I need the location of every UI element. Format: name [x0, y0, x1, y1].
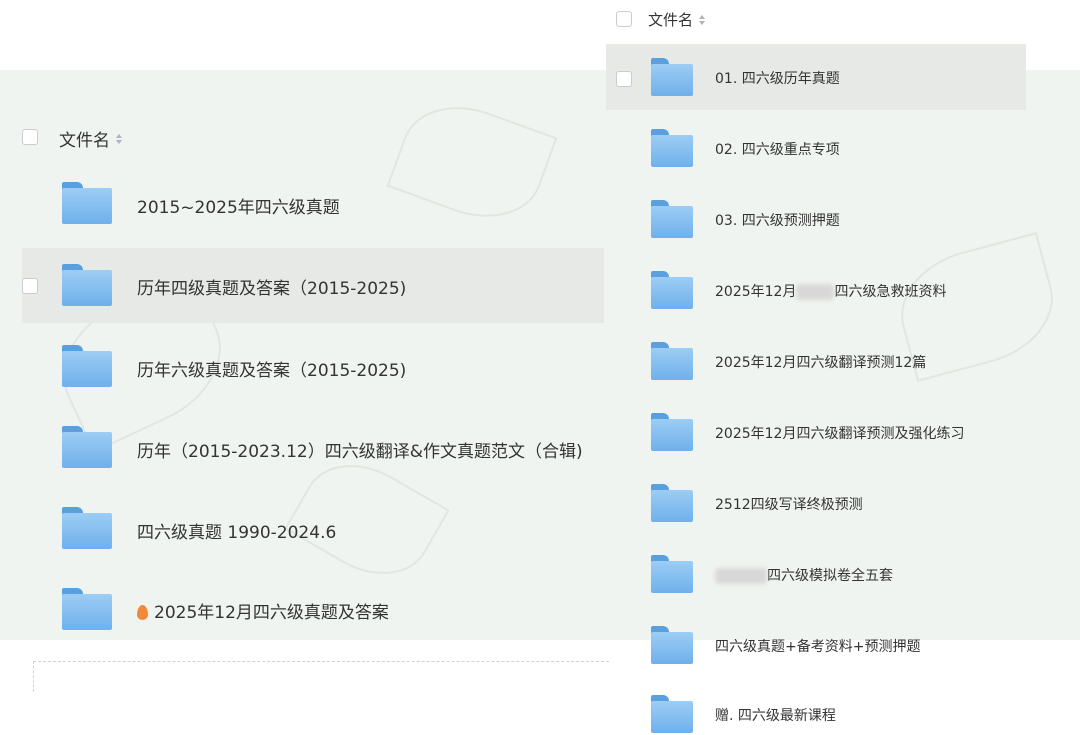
file-name[interactable]: 02. 四六级重点专项 [715, 139, 840, 159]
right-file-list: 文件名 01. 四六级历年真题 02. 四六级重点专项 03. 四六级预测押题 … [606, 0, 1026, 735]
folder-icon [62, 588, 112, 630]
folder-icon [651, 484, 693, 522]
folder-icon [651, 626, 693, 664]
file-row[interactable]: 01. 四六级历年真题 [606, 44, 1026, 110]
file-row[interactable]: 四六级模拟卷全五套 [606, 541, 1026, 607]
file-name[interactable]: 2025年12月四六级翻译预测12篇 [715, 352, 926, 372]
file-row[interactable]: 历年（2015-2023.12）四六级翻译&作文真题范文（合辑) [22, 410, 604, 485]
filename-column-header[interactable]: 文件名 [648, 9, 706, 30]
folder-icon [651, 271, 693, 309]
folder-icon [651, 58, 693, 96]
file-row[interactable]: 2025年12月四六级翻译预测12篇 [606, 328, 1026, 394]
file-row[interactable]: 2015~2025年四六级真题 [22, 166, 604, 242]
redacted-blur [796, 284, 835, 300]
file-name[interactable]: 2512四级写译终极预测 [715, 494, 863, 514]
folder-icon [62, 264, 112, 306]
file-name[interactable]: 2025年12月四六级真题及答案 [137, 598, 389, 623]
filename-column-header[interactable]: 文件名 [59, 126, 122, 151]
folder-icon [651, 413, 693, 451]
file-name-text: 2025年12月四六级真题及答案 [154, 603, 389, 623]
folder-icon [651, 200, 693, 238]
row-checkbox[interactable] [616, 71, 632, 87]
file-name[interactable]: 四六级模拟卷全五套 [715, 565, 893, 585]
row-checkbox[interactable] [22, 278, 38, 294]
file-row[interactable]: 2025年12月四六级翻译预测及强化练习 [606, 399, 1026, 465]
file-row[interactable]: 2025年12月四六级真题及答案 [22, 572, 604, 647]
file-row[interactable]: 四六级真题+备考资料+预测押题 [606, 612, 1026, 678]
file-name[interactable]: 历年六级真题及答案（2015-2025) [137, 356, 406, 381]
left-file-list: 文件名 2015~2025年四六级真题 历年四级真题及答案（2015-2025)… [0, 70, 610, 640]
file-name-prefix: 2025年12月 [715, 284, 797, 300]
folder-icon [62, 507, 112, 549]
file-name[interactable]: 历年（2015-2023.12）四六级翻译&作文真题范文（合辑) [137, 437, 583, 462]
fire-icon [137, 605, 148, 620]
file-name[interactable]: 历年四级真题及答案（2015-2025) [137, 274, 406, 299]
sort-icon[interactable] [116, 133, 122, 144]
file-name[interactable]: 四六级真题 1990-2024.6 [137, 518, 336, 543]
file-name[interactable]: 01. 四六级历年真题 [715, 68, 840, 88]
file-name[interactable]: 2015~2025年四六级真题 [137, 193, 340, 218]
redacted-blur [715, 568, 767, 584]
file-row[interactable]: 2025年12月 四六级急救班资料 [606, 257, 1026, 323]
filename-header-label: 文件名 [59, 131, 110, 151]
select-all-checkbox[interactable] [616, 11, 632, 27]
file-name-text: 四六级急救班资料 [834, 284, 947, 300]
folder-icon [62, 426, 112, 468]
file-name[interactable]: 四六级真题+备考资料+预测押题 [715, 636, 920, 656]
select-all-checkbox[interactable] [22, 129, 38, 145]
folder-icon [62, 182, 112, 224]
file-name-text: 四六级模拟卷全五套 [767, 568, 893, 584]
file-row[interactable]: 历年四级真题及答案（2015-2025) [22, 248, 604, 323]
file-row[interactable]: 历年六级真题及答案（2015-2025) [22, 329, 604, 404]
sort-icon[interactable] [699, 14, 706, 25]
file-name[interactable]: 03. 四六级预测押题 [715, 210, 840, 230]
filename-header-label: 文件名 [648, 11, 694, 29]
file-row[interactable]: 赠. 四六级最新课程 [606, 683, 1026, 735]
folder-icon [651, 695, 693, 733]
folder-icon [651, 342, 693, 380]
folder-icon [62, 345, 112, 387]
file-name[interactable]: 2025年12月 四六级急救班资料 [715, 281, 946, 301]
file-row[interactable]: 02. 四六级重点专项 [606, 115, 1026, 181]
file-row[interactable]: 四六级真题 1990-2024.6 [22, 491, 604, 566]
file-name[interactable]: 赠. 四六级最新课程 [715, 705, 836, 725]
file-row[interactable]: 03. 四六级预测押题 [606, 186, 1026, 252]
file-name[interactable]: 2025年12月四六级翻译预测及强化练习 [715, 423, 964, 443]
file-row[interactable]: 2512四级写译终极预测 [606, 470, 1026, 536]
upload-drop-area[interactable] [33, 661, 609, 692]
folder-icon [651, 555, 693, 593]
folder-icon [651, 129, 693, 167]
